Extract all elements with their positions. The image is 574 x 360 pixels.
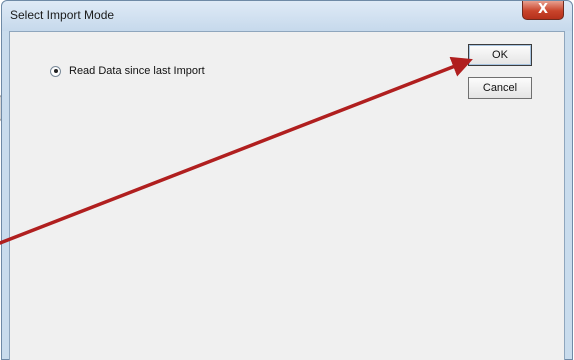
ok-button[interactable]: OK bbox=[468, 44, 532, 66]
close-button[interactable]: X bbox=[522, 1, 564, 20]
title-bar[interactable]: Select Import Mode X bbox=[2, 1, 572, 31]
read-data-option[interactable]: Read Data since last Import bbox=[50, 64, 205, 78]
screenshot-stage: Select Import Mode X Read Data since las… bbox=[0, 0, 574, 360]
radio-selected-icon[interactable] bbox=[50, 66, 61, 77]
dialog-client-area: Read Data since last Import OK Cancel bbox=[9, 31, 565, 360]
close-icon: X bbox=[538, 2, 548, 17]
select-import-mode-dialog: Select Import Mode X Read Data since las… bbox=[1, 0, 573, 360]
cancel-button[interactable]: Cancel bbox=[468, 77, 532, 99]
read-data-label[interactable]: Read Data since last Import bbox=[69, 65, 205, 77]
dialog-title: Select Import Mode bbox=[10, 8, 114, 22]
